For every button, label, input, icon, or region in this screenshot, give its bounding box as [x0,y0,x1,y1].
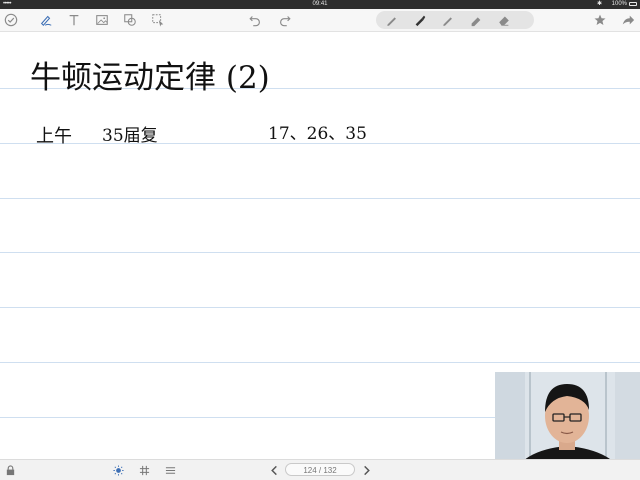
lines-icon[interactable] [163,463,177,477]
status-time: 09:41 [312,1,328,7]
brightness-icon[interactable] [111,463,125,477]
ruled-line [0,362,640,363]
ruled-line [0,307,640,308]
next-page-icon[interactable] [359,463,373,477]
fountain-pen-icon[interactable] [411,11,429,29]
pen-selector [376,11,534,29]
shape-tool-icon[interactable] [121,11,139,29]
ruled-line [0,198,640,199]
lock-icon[interactable] [3,463,17,477]
pencil-icon[interactable] [383,11,401,29]
ruled-line [0,252,640,253]
handwriting-tool-icon[interactable] [37,11,55,29]
image-tool-icon[interactable] [93,11,111,29]
note-title: 牛顿运动定律 (2) [30,60,270,96]
note-class-label: 35届复 [102,126,158,146]
highlighter-icon[interactable] [467,11,485,29]
done-check-icon[interactable] [2,11,20,29]
bottom-bar: 124 / 132 [0,459,640,480]
lasso-select-icon[interactable] [149,11,167,29]
text-tool-icon[interactable] [65,11,83,29]
toolbar [0,9,640,32]
redo-icon[interactable] [276,11,294,29]
eraser-icon[interactable] [495,11,513,29]
previous-page-icon[interactable] [267,463,281,477]
page-indicator[interactable]: 124 / 132 [285,463,355,476]
battery-percent: 100% [611,1,627,7]
note-problem-numbers: 17、26、35 [268,124,367,144]
note-morning-label: 上午 [36,126,72,147]
grid-icon[interactable] [137,463,151,477]
battery-icon [629,2,637,6]
favorite-star-icon[interactable] [591,11,609,29]
undo-icon[interactable] [246,11,264,29]
status-bar: ••••• 09:41 ✱ 100% [0,0,640,9]
bluetooth-icon: ✱ [596,1,602,7]
share-icon[interactable] [619,11,637,29]
pen-icon[interactable] [439,11,457,29]
handwritten-notes: 牛顿运动定律 (2) 上午 35届复 17、26、35 [30,60,367,147]
